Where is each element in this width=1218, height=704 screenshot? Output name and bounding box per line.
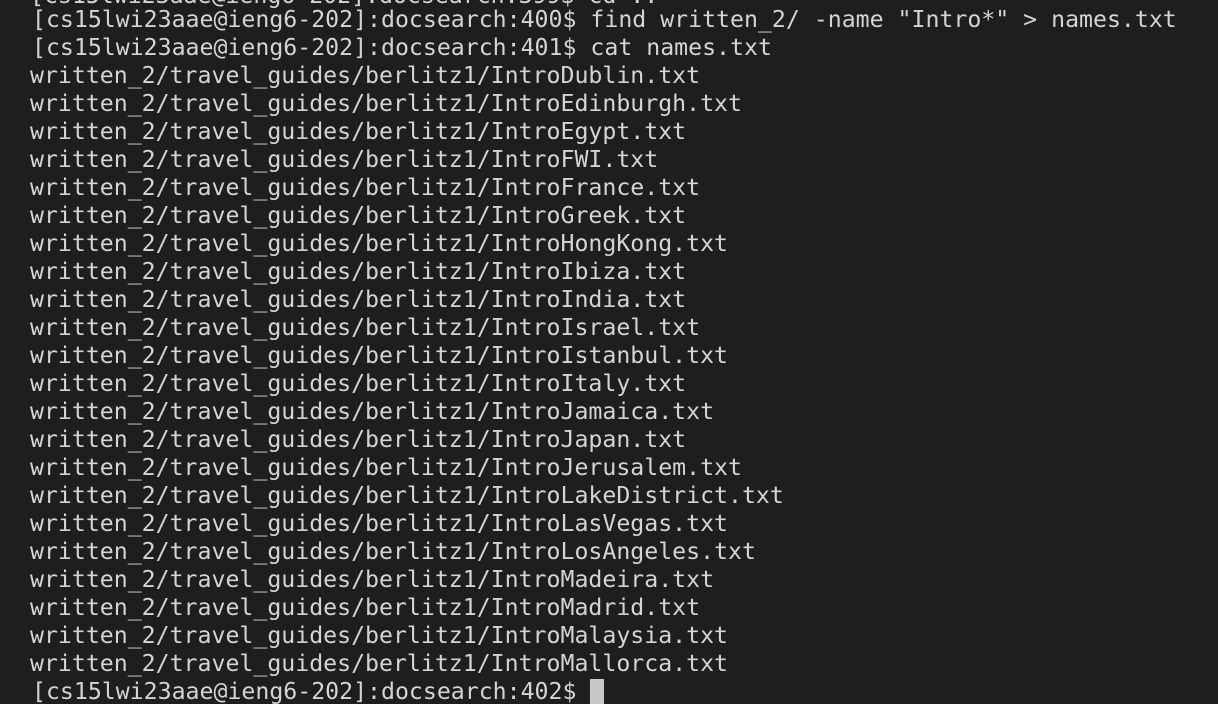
output-line: written_2/travel_guides/berlitz1/IntroLa…	[30, 510, 729, 537]
output-line: written_2/travel_guides/berlitz1/IntroJe…	[30, 454, 742, 481]
active-command-line[interactable]: [cs15lwi23aae@ieng6-202]:docsearch:402$	[0, 678, 1177, 704]
output-line: written_2/travel_guides/berlitz1/IntroIs…	[30, 314, 701, 341]
command-line: [cs15lwi23aae@ieng6-202]:docsearch:400$ …	[0, 6, 1177, 34]
output-line: written_2/travel_guides/berlitz1/IntroFr…	[30, 174, 701, 201]
terminal-output-area: [cs15lwi23aae@ieng6-202]:docsearch:400$ …	[0, 6, 1177, 704]
shell-prompt: [cs15lwi23aae@ieng6-202]:docsearch:400$	[32, 6, 577, 33]
output-line: written_2/travel_guides/berlitz1/IntroLo…	[30, 538, 756, 565]
output-line: written_2/travel_guides/berlitz1/IntroMa…	[30, 594, 701, 621]
command-text: cat names.txt	[590, 34, 772, 61]
output-line: written_2/travel_guides/berlitz1/IntroJa…	[30, 426, 687, 453]
shell-prompt: [cs15lwi23aae@ieng6-202]:docsearch:402$	[32, 678, 577, 704]
output-line: written_2/travel_guides/berlitz1/IntroGr…	[30, 202, 687, 229]
shell-prompt: [cs15lwi23aae@ieng6-202]:docsearch:401$	[32, 34, 577, 61]
output-line: written_2/travel_guides/berlitz1/IntroHo…	[30, 230, 729, 257]
command-text: find written_2/ -name "Intro*" > names.t…	[590, 6, 1177, 33]
terminal-window[interactable]: [cs15lwi23aae@ieng6-202]:docsearch:399$ …	[0, 0, 1218, 704]
output-line: written_2/travel_guides/berlitz1/IntroEd…	[30, 90, 742, 117]
output-line: written_2/travel_guides/berlitz1/IntroMa…	[30, 622, 729, 649]
output-line: written_2/travel_guides/berlitz1/IntroDu…	[30, 62, 701, 89]
output-line: written_2/travel_guides/berlitz1/IntroJa…	[30, 398, 715, 425]
text-cursor[interactable]	[590, 679, 605, 704]
output-line: written_2/travel_guides/berlitz1/IntroIs…	[30, 342, 729, 369]
output-line: written_2/travel_guides/berlitz1/IntroFW…	[30, 146, 659, 173]
output-line: written_2/travel_guides/berlitz1/IntroIn…	[30, 286, 687, 313]
output-line: written_2/travel_guides/berlitz1/IntroIb…	[30, 258, 687, 285]
output-line: written_2/travel_guides/berlitz1/IntroIt…	[30, 370, 687, 397]
output-line: written_2/travel_guides/berlitz1/IntroMa…	[30, 650, 729, 677]
output-line: written_2/travel_guides/berlitz1/IntroLa…	[30, 482, 784, 509]
output-line: written_2/travel_guides/berlitz1/IntroEg…	[30, 118, 687, 145]
output-line: written_2/travel_guides/berlitz1/IntroMa…	[30, 566, 715, 593]
command-line: [cs15lwi23aae@ieng6-202]:docsearch:401$ …	[0, 34, 1177, 62]
